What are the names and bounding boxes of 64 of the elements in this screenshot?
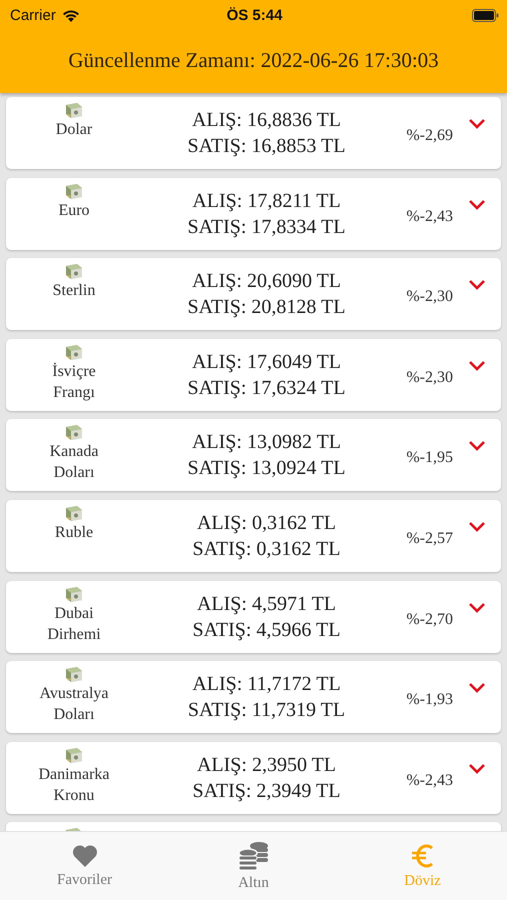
banknote-icon xyxy=(64,586,84,603)
sell-price: SATIŞ: 17,8334 TL xyxy=(188,214,346,240)
sell-price: SATIŞ: 20,8128 TL xyxy=(188,295,346,320)
update-time-title: Güncellenme Zamanı: 2022-06-26 17:30:03 xyxy=(67,47,440,74)
banknote-icon xyxy=(64,182,84,200)
change-percent: %-1,95 xyxy=(405,448,453,468)
currency-name: Kanada Doları xyxy=(48,442,100,484)
heart-icon xyxy=(72,844,98,868)
rate-card[interactable]: İsviçre Frangı ALIŞ: 17,6049 TL SATIŞ: 17,6324 TL %-2,30 xyxy=(6,338,501,411)
banknote-icon xyxy=(64,504,84,522)
tab-button[interactable]: Favoriler xyxy=(0,832,169,900)
currency-name: Euro xyxy=(57,200,91,221)
buy-price: ALIŞ: 13,0982 TL xyxy=(192,430,342,456)
sell-price: SATIŞ: 11,7319 TL xyxy=(188,698,346,724)
buy-price: ALIŞ: 0,3162 TL xyxy=(196,510,336,536)
sell-price: SATIŞ: 2,3949 TL xyxy=(192,778,340,804)
clock-label: ÖS 5:44 xyxy=(226,6,282,24)
change-percent: %-2,30 xyxy=(405,368,453,387)
tab-button[interactable]: Altın xyxy=(169,832,338,900)
sell-price: SATIŞ: 0,3162 TL xyxy=(192,536,340,562)
banknote-icon xyxy=(64,666,84,684)
currency-name: Ruble xyxy=(54,522,94,543)
rate-card[interactable]: Danimarka Kronu ALIŞ: 2,3950 TL SATIŞ: 2,3949 TL %-2,43 xyxy=(6,742,501,814)
euro-icon xyxy=(410,842,436,868)
change-percent: %-2,69 xyxy=(405,126,453,145)
buy-price: ALIŞ: 20,6090 TL xyxy=(192,269,342,294)
sell-price: SATIŞ: 4,5966 TL xyxy=(192,618,340,643)
rate-card[interactable]: Sterlin ALIŞ: 20,6090 TL SATIŞ: 20,8128 TL %-2,30 xyxy=(6,258,501,330)
buy-price: ALIŞ: 16,8836 TL xyxy=(192,108,342,133)
rate-card[interactable]: Avustralya Doları ALIŞ: 11,7172 TL SATIŞ: 11,7319 TL %-1,93 xyxy=(6,661,501,734)
banknote-icon xyxy=(64,424,84,442)
buy-price: ALIŞ: 17,8211 TL xyxy=(192,188,341,214)
buy-price: ALIŞ: 17,6049 TL xyxy=(192,350,342,375)
buy-price: ALIŞ: 4,5971 TL xyxy=(196,592,336,617)
banknote-icon xyxy=(64,102,84,119)
change-percent: %-2,70 xyxy=(405,610,453,629)
currency-name: Dubai Dirhemi xyxy=(46,604,102,645)
rate-card[interactable]: Ruble ALIŞ: 0,3162 TL SATIŞ: 0,3162 TL %-2,57 xyxy=(6,500,501,572)
rate-card[interactable]: Dubai Dirhemi ALIŞ: 4,5971 TL SATIŞ: 4,5966 TL %-2,70 xyxy=(6,580,501,653)
change-percent: %-2,30 xyxy=(405,287,453,306)
currency-name: Sterlin xyxy=(52,281,96,302)
banknote-icon xyxy=(64,344,84,361)
carrier-label: Carrier xyxy=(10,6,56,24)
currency-name: İsviçre Frangı xyxy=(51,362,97,403)
banknote-icon xyxy=(64,263,84,280)
change-percent: %-2,43 xyxy=(405,770,453,790)
rate-card[interactable]: Dolar ALIŞ: 16,8836 TL SATIŞ: 16,8853 TL %-2,69 xyxy=(6,97,501,169)
coins-icon xyxy=(238,840,270,870)
banknote-icon xyxy=(64,746,84,764)
buy-price: ALIŞ: 11,7172 TL xyxy=(192,672,341,698)
sell-price: SATIŞ: 16,8853 TL xyxy=(188,134,346,159)
rate-card[interactable]: Kanada Doları ALIŞ: 13,0982 TL SATIŞ: 13,0924 TL %-1,95 xyxy=(6,419,501,492)
rate-card[interactable]: Euro ALIŞ: 17,8211 TL SATIŞ: 17,8334 TL %-2,43 xyxy=(6,178,501,250)
sell-price: SATIŞ: 13,0924 TL xyxy=(188,456,346,482)
currency-name: Danimarka Kronu xyxy=(37,764,111,806)
change-percent: %-1,93 xyxy=(405,690,453,710)
change-percent: %-2,57 xyxy=(405,528,453,548)
sell-price: SATIŞ: 17,6324 TL xyxy=(188,376,346,401)
currency-name: Dolar xyxy=(54,120,94,140)
buy-price: ALIŞ: 2,3950 TL xyxy=(196,752,336,778)
wifi-icon xyxy=(62,8,80,22)
change-percent: %-2,43 xyxy=(405,206,453,226)
battery-icon xyxy=(472,8,499,22)
currency-name: Avustralya Doları xyxy=(38,684,110,726)
